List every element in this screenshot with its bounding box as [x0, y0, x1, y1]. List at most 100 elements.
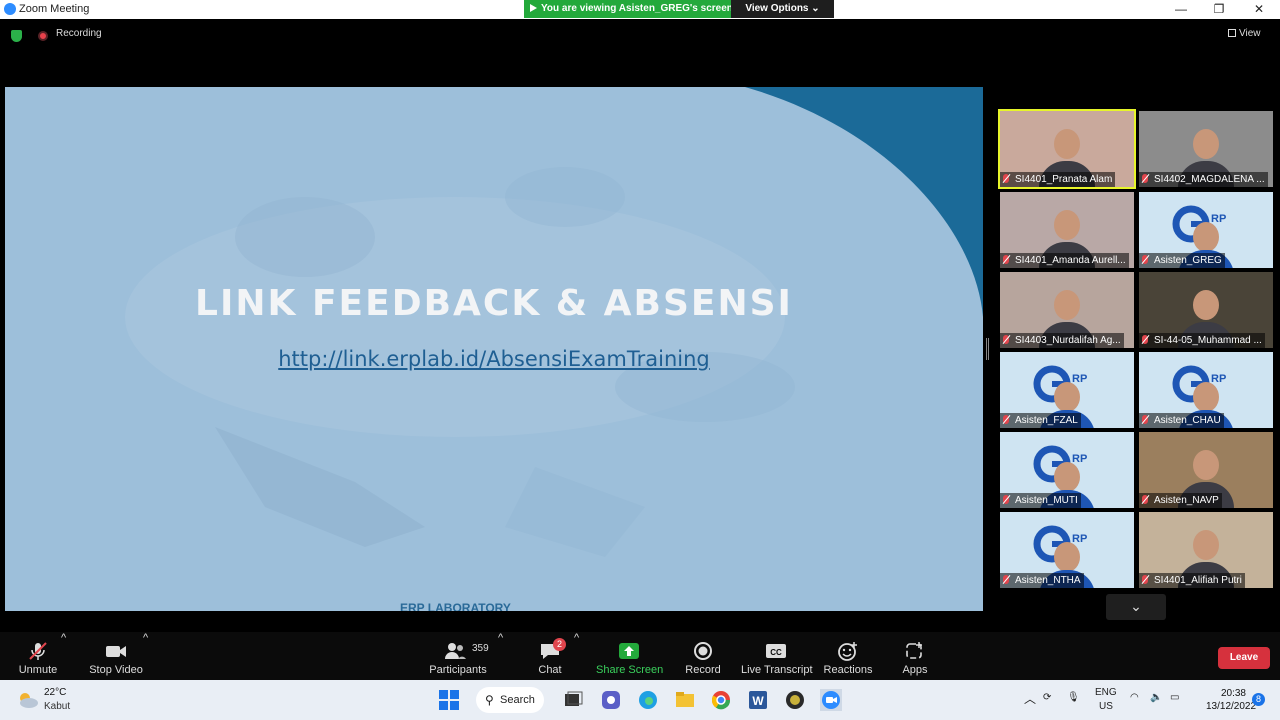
view-options-button[interactable]: View Options ⌄	[731, 0, 834, 18]
svg-text:RP: RP	[1072, 453, 1087, 465]
wifi-icon[interactable]: ◠	[1130, 692, 1139, 703]
participant-tile[interactable]: RP Asisten_GREG	[1139, 192, 1273, 268]
weather-temperature[interactable]: 22°C	[44, 687, 66, 698]
svg-text:CC: CC	[770, 648, 782, 657]
tray-overflow-chevron-icon[interactable]: ︿	[1024, 690, 1036, 707]
reactions-smiley-icon	[838, 642, 857, 661]
recording-dot-icon	[38, 31, 48, 41]
encryption-shield-icon[interactable]	[11, 30, 22, 42]
svg-text:RP: RP	[1211, 213, 1226, 225]
muted-mic-icon	[1003, 335, 1009, 344]
teams-chat-icon[interactable]	[600, 689, 622, 711]
battery-icon[interactable]: ▭	[1170, 692, 1179, 703]
stop-video-button[interactable]: Stop Video	[88, 632, 144, 680]
participant-name: SI4403_Nurdalifah Ag...	[1000, 333, 1124, 348]
participant-tile[interactable]: SI4403_Nurdalifah Ag...	[1000, 272, 1134, 348]
muted-mic-icon	[1003, 415, 1009, 424]
participant-tile[interactable]: RP Asisten_NTHA	[1000, 512, 1134, 588]
participants-icon	[445, 643, 466, 659]
record-button[interactable]: Record	[683, 632, 723, 680]
task-view-icon[interactable]	[562, 689, 584, 711]
participant-name-label: SI4402_MAGDALENA ...	[1154, 174, 1265, 185]
clock-date: 13/12/2022	[1206, 701, 1257, 712]
participant-name-label: SI4401_Alifiah Putri	[1154, 575, 1242, 586]
panel-resize-handle[interactable]	[986, 338, 989, 360]
notification-count-badge[interactable]: 8	[1252, 693, 1265, 706]
share-screen-button[interactable]: Share Screen	[596, 632, 663, 680]
participant-face	[1054, 210, 1080, 240]
recording-label[interactable]: Recording	[56, 28, 102, 39]
participant-name: SI-44-05_Muhammad ...	[1139, 333, 1265, 348]
maximize-button[interactable]: ❐	[1200, 0, 1238, 19]
word-app-icon[interactable]: W	[747, 689, 769, 711]
taskbar-clock[interactable]: 20:38 13/12/2022	[1206, 687, 1257, 713]
file-explorer-icon[interactable]	[674, 689, 696, 711]
scroll-down-chevron-icon[interactable]: ⌄	[1106, 594, 1166, 620]
leave-button[interactable]: Leave	[1218, 647, 1270, 669]
participants-button[interactable]: 359 Participants	[428, 632, 489, 680]
reactions-button[interactable]: Reactions	[823, 632, 873, 680]
muted-mic-icon	[1142, 174, 1148, 183]
participant-tile[interactable]: Asisten_NAVP	[1139, 432, 1273, 508]
chat-button[interactable]: 2 Chat	[530, 632, 570, 680]
participant-tile[interactable]: RP Asisten_FZAL	[1000, 352, 1134, 428]
zoom-app-icon	[4, 3, 16, 15]
region-label[interactable]: US	[1099, 701, 1113, 712]
participant-name-label: SI4401_Pranata Alam	[1015, 174, 1113, 185]
viewing-text: You are viewing Asisten_GREG's screen	[541, 3, 733, 14]
live-transcript-button[interactable]: CC Live Transcript	[741, 632, 813, 680]
slide-link[interactable]: http://link.erplab.id/AbsensiExamTrainin…	[5, 347, 983, 371]
edge-browser-icon[interactable]	[637, 689, 659, 711]
participant-face	[1193, 530, 1219, 560]
participant-tile[interactable]: RP Asisten_MUTI	[1000, 432, 1134, 508]
participant-name: Asisten_CHAU	[1139, 413, 1224, 428]
participant-face	[1054, 382, 1080, 412]
muted-mic-icon	[1003, 255, 1009, 264]
live-transcript-label: Live Transcript	[741, 664, 813, 676]
app-circle-icon[interactable]	[784, 689, 806, 711]
muted-mic-icon	[1142, 415, 1148, 424]
close-button[interactable]: ✕	[1240, 0, 1278, 19]
taskbar-search[interactable]: ⚲ Search	[476, 687, 544, 713]
search-icon: ⚲	[485, 693, 494, 707]
muted-mic-icon	[1142, 575, 1148, 584]
participant-tile[interactable]: RP Asisten_CHAU	[1139, 352, 1273, 428]
viewing-indicator: You are viewing Asisten_GREG's screen	[524, 0, 733, 18]
speaker-muted-icon[interactable]: 🔈	[1150, 692, 1162, 703]
chat-options-chevron-icon[interactable]: ^	[574, 632, 579, 680]
share-indicator-icon	[530, 4, 537, 12]
chat-label: Chat	[538, 664, 562, 676]
chrome-browser-icon[interactable]	[710, 689, 732, 711]
participant-tile[interactable]: SI4401_Alifiah Putri	[1139, 512, 1273, 588]
apps-button[interactable]: Apps	[900, 632, 930, 680]
minimize-button[interactable]: —	[1162, 0, 1200, 19]
participant-name: SI4401_Pranata Alam	[1000, 172, 1116, 187]
windows-start-icon[interactable]	[438, 689, 460, 711]
participants-options-chevron-icon[interactable]: ^	[498, 632, 503, 680]
participant-tile[interactable]: SI4401_Pranata Alam	[998, 109, 1136, 189]
apps-icon	[906, 642, 922, 659]
weather-cloud-icon[interactable]	[16, 690, 38, 712]
weather-description[interactable]: Kabut	[44, 701, 70, 712]
slide-footer: ERP LABORATORY	[400, 601, 511, 611]
muted-mic-icon	[29, 642, 47, 660]
svg-text:RP: RP	[1072, 533, 1087, 545]
sync-icon[interactable]: ⟳	[1043, 692, 1051, 703]
participant-tile[interactable]: SI4401_Amanda Aurell...	[1000, 192, 1134, 268]
participant-face	[1193, 290, 1219, 320]
microphone-tray-icon[interactable]: 🎙	[1067, 692, 1080, 703]
unmute-button[interactable]: Unmute	[14, 632, 62, 680]
participant-name-label: Asisten_NTHA	[1015, 575, 1081, 586]
taskbar-search-label: Search	[500, 694, 535, 706]
participant-tile[interactable]: SI4402_MAGDALENA ...	[1139, 111, 1273, 187]
video-options-chevron-icon[interactable]: ^	[143, 632, 148, 680]
audio-options-chevron-icon[interactable]: ^	[61, 632, 66, 680]
zoom-taskbar-icon[interactable]	[820, 689, 842, 711]
participant-face	[1193, 129, 1219, 159]
participant-tile[interactable]: SI-44-05_Muhammad ...	[1139, 272, 1273, 348]
view-button[interactable]: View	[1228, 28, 1261, 39]
meeting-toolbar: Unmute ^ Stop Video ^ 359 Participants ^…	[0, 632, 1280, 680]
language-label[interactable]: ENG	[1095, 687, 1117, 698]
closed-captions-icon: CC	[766, 644, 786, 658]
shared-screen[interactable]: LINK FEEDBACK & ABSENSI http://link.erpl…	[5, 87, 983, 611]
